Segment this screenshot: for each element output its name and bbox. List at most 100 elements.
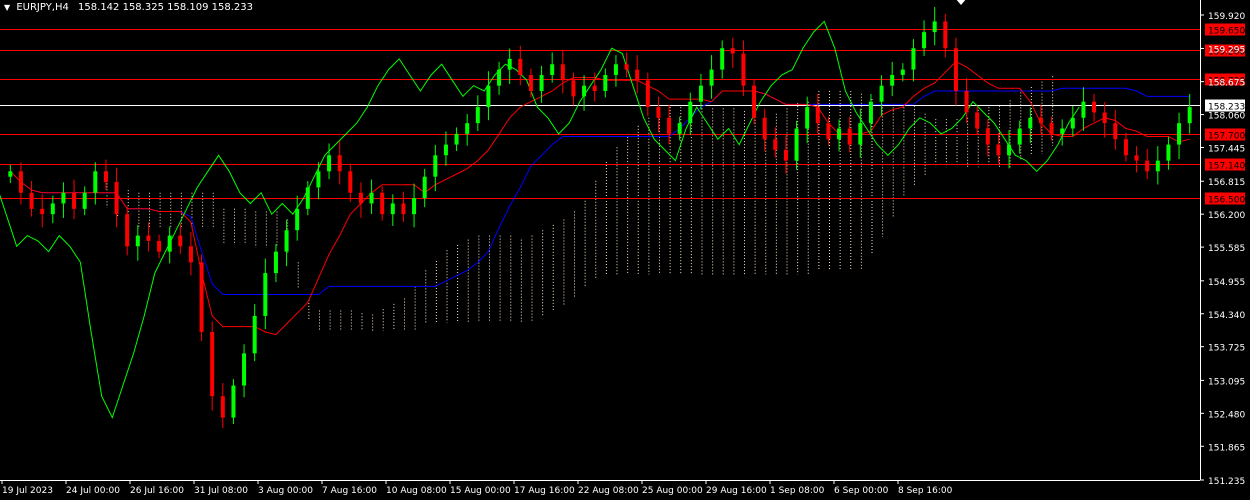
candle-body	[316, 171, 321, 188]
candle-body	[497, 69, 502, 86]
candle-body	[337, 155, 342, 172]
candle-body	[858, 123, 863, 145]
candle-body	[295, 208, 300, 231]
candle-body	[242, 353, 247, 386]
y-tick-label: 151.235	[1208, 477, 1245, 487]
candle-body	[985, 128, 990, 145]
candle-body	[688, 101, 693, 124]
candle-body	[1038, 117, 1043, 124]
x-tick-label: 22 Aug 08:00	[578, 486, 639, 496]
candle-body	[656, 107, 661, 118]
x-tick-label: 1 Sep 08:00	[770, 486, 825, 496]
kijun-line	[9, 87, 1190, 295]
x-tick-label: 3 Aug 00:00	[258, 486, 313, 496]
candle-body	[592, 85, 597, 92]
candle-body	[348, 171, 353, 193]
candle-body	[252, 315, 257, 354]
candle-body	[709, 69, 714, 86]
candle-body	[443, 144, 448, 156]
candle-body	[1166, 144, 1171, 161]
candle-body	[401, 203, 406, 215]
candle-body	[1081, 101, 1086, 118]
candle-body	[996, 144, 1001, 156]
candle-body	[1102, 112, 1107, 124]
candle-body	[1145, 160, 1150, 172]
candle-body	[730, 48, 735, 54]
candle-body	[773, 139, 778, 150]
candle-body	[571, 80, 576, 97]
candle-body	[125, 214, 130, 247]
candle-body	[50, 203, 55, 215]
candle-body	[82, 192, 87, 209]
candle-body	[93, 171, 98, 193]
candle-body	[305, 187, 310, 209]
level-label: 159.650	[1208, 27, 1245, 37]
candle-body	[327, 155, 332, 172]
y-tick-label: 156.815	[1208, 178, 1245, 188]
x-tick-label: 26 Jul 16:00	[130, 486, 184, 496]
candle-body	[720, 48, 725, 70]
candle-body	[783, 149, 788, 161]
candle-body	[741, 53, 746, 86]
y-tick-label: 154.340	[1208, 311, 1245, 321]
candle-body	[146, 235, 151, 241]
x-tick-label: 29 Aug 16:00	[706, 486, 767, 496]
y-tick-label: 158.060	[1208, 112, 1245, 122]
candle-body	[805, 107, 810, 129]
candle-body	[900, 69, 905, 75]
candle-body	[645, 80, 650, 108]
candle-body	[1187, 107, 1192, 124]
candle-body	[231, 385, 236, 418]
level-label: 156.500	[1208, 196, 1245, 206]
candle-body	[603, 74, 608, 92]
candle-body	[752, 85, 757, 118]
candle-body	[815, 107, 820, 124]
candle-body	[40, 208, 45, 215]
candle-body	[911, 48, 916, 70]
candle-body	[507, 58, 512, 70]
y-tick-label: 153.095	[1208, 377, 1245, 387]
candle-body	[135, 235, 140, 247]
candle-body	[922, 32, 927, 49]
candle-body	[868, 101, 873, 124]
candle-body	[1028, 117, 1033, 129]
candle-body	[18, 171, 23, 193]
candle-body	[635, 69, 640, 81]
candle-body	[103, 171, 108, 183]
candle-body	[475, 107, 480, 124]
candle-body	[847, 128, 852, 145]
candle-body	[390, 203, 395, 215]
y-tick-label: 153.725	[1208, 344, 1245, 354]
candle-body	[369, 192, 374, 204]
candle-body	[454, 133, 459, 145]
x-tick-label: 10 Aug 08:00	[386, 486, 447, 496]
candle-body	[1134, 155, 1139, 161]
level-label: 157.140	[1208, 162, 1245, 172]
candle-body	[560, 64, 565, 81]
candle-body	[1113, 123, 1118, 140]
candle-body	[433, 155, 438, 177]
x-tick-label: 6 Sep 00:00	[834, 486, 889, 496]
y-tick-label: 159.920	[1208, 12, 1245, 22]
y-tick-label: 156.200	[1208, 211, 1245, 221]
candle-body	[210, 331, 215, 397]
candle-body	[422, 176, 427, 199]
candle-body	[284, 230, 289, 252]
candle-body	[412, 198, 417, 215]
price-chart[interactable]: 159.650159.260158.730157.700157.140156.5…	[0, 0, 1250, 500]
candle-body	[61, 192, 66, 204]
candle-body	[178, 235, 183, 247]
candle-body	[1017, 128, 1022, 145]
y-tick-label: 155.585	[1208, 244, 1245, 254]
y-tick-label: 151.865	[1208, 443, 1245, 453]
level-label: 157.700	[1208, 132, 1245, 142]
y-tick-label: 157.445	[1208, 145, 1245, 155]
candle-body	[975, 112, 980, 129]
candle-body	[698, 85, 703, 102]
candle-body	[114, 182, 119, 215]
x-tick-label: 24 Jul 00:00	[66, 486, 120, 496]
candle-body	[1123, 139, 1128, 156]
candle-body	[465, 123, 470, 134]
candle-body	[890, 74, 895, 86]
candle-body	[486, 85, 491, 108]
